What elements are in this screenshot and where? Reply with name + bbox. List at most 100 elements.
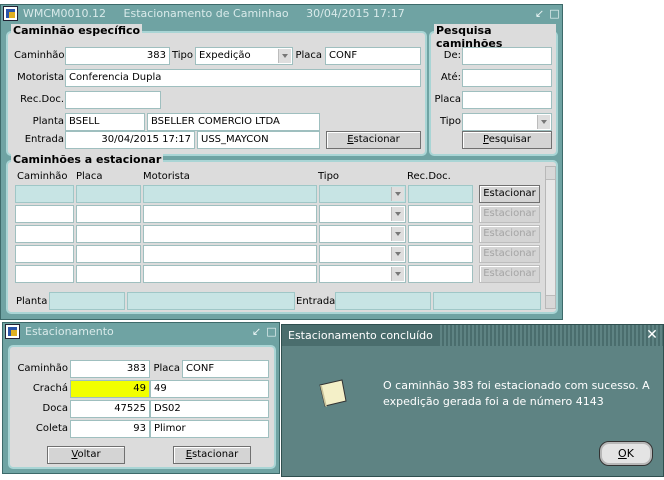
caminhao-field[interactable]: 383	[65, 47, 170, 65]
search-placa-field[interactable]	[462, 91, 552, 109]
table-row-tipo-cell[interactable]	[319, 265, 406, 283]
table-row-caminhao-cell[interactable]	[15, 225, 74, 243]
chevron-down-icon[interactable]	[391, 227, 404, 241]
table-row-recdoc-cell[interactable]	[408, 225, 473, 243]
table-row-motorista-cell[interactable]	[143, 225, 317, 243]
planta-code-field[interactable]: BSELL	[65, 113, 145, 131]
search-panel: Pesquisa caminhões De: Até: Placa Tipo P…	[429, 24, 558, 156]
search-tipo-select[interactable]	[462, 113, 552, 131]
maximize-icon[interactable]: □	[548, 7, 561, 20]
chevron-down-icon[interactable]	[391, 207, 404, 221]
estacionar-specific-button[interactable]: Estacionar	[326, 131, 421, 149]
motorista-field[interactable]: Conferencia Dupla	[65, 69, 421, 87]
table-row-placa-cell[interactable]	[76, 185, 141, 203]
row-estacionar-button[interactable]: Estacionar	[479, 265, 540, 283]
de-field[interactable]	[462, 47, 552, 65]
table-row-recdoc-cell[interactable]	[408, 205, 473, 223]
voltar-button[interactable]: Voltar	[47, 446, 125, 464]
row-estacionar-button[interactable]: Estacionar	[479, 185, 540, 203]
table-row-motorista-cell[interactable]	[143, 185, 317, 203]
chevron-down-icon[interactable]	[391, 267, 404, 281]
chevron-down-icon[interactable]	[391, 187, 404, 201]
estacionamento-title-bar[interactable]: Estacionamento ↙ □	[3, 323, 279, 341]
chevron-down-icon[interactable]	[278, 49, 291, 63]
table-row-motorista-cell[interactable]	[143, 245, 317, 263]
table-row-motorista-cell[interactable]	[143, 205, 317, 223]
table-row-caminhao-cell[interactable]	[15, 245, 74, 263]
scroll-down-icon[interactable]	[546, 295, 555, 308]
placa-field[interactable]: CONF	[325, 47, 421, 65]
row-estacionar-button[interactable]: Estacionar	[479, 225, 540, 243]
footer-entrada-date-field[interactable]	[335, 292, 431, 310]
entrada-date-field[interactable]: 30/04/2015 17:17	[65, 131, 195, 149]
chevron-down-icon[interactable]	[391, 247, 404, 261]
table-row-tipo-cell[interactable]	[319, 205, 406, 223]
estacionar-confirm-button[interactable]: Estacionar	[173, 446, 251, 464]
tipo-select[interactable]: Expedição	[195, 47, 293, 65]
footer-planta-name-field[interactable]	[127, 292, 295, 310]
coleta-label: Coleta	[35, 423, 68, 434]
maximize-icon[interactable]: □	[265, 325, 278, 338]
recdoc-field[interactable]	[65, 91, 161, 109]
ok-button[interactable]: OK	[599, 441, 653, 466]
row-estacionar-button[interactable]: Estacionar	[479, 205, 540, 223]
estacionamento-panel: Caminhão 383 Placa CONF Crachá 49 49 Doc…	[8, 345, 276, 469]
tipo-select-value: Expedição	[199, 50, 251, 61]
coleta-field[interactable]: 93	[70, 420, 150, 438]
table-row-recdoc-cell[interactable]	[408, 245, 473, 263]
dialog-title-bar[interactable]: Estacionamento concluído ✕	[282, 325, 663, 346]
dialog-title: Estacionamento concluído	[282, 325, 439, 346]
table-row-placa-cell[interactable]	[76, 245, 141, 263]
cracha-desc-field[interactable]: 49	[150, 380, 269, 398]
scroll-up-icon[interactable]	[546, 167, 555, 180]
list-scrollbar[interactable]	[545, 166, 556, 309]
main-window: WMCM0010.12 Estacionamento de Caminhao 3…	[0, 4, 563, 320]
table-row-caminhao-cell[interactable]	[15, 265, 74, 283]
entrada-label: Entrada	[24, 134, 64, 145]
table-row-placa-cell[interactable]	[76, 225, 141, 243]
table-row-recdoc-cell[interactable]	[408, 265, 473, 283]
park-list-panel-title: Caminhões a estacionar	[11, 153, 164, 166]
est-placa-field[interactable]: CONF	[182, 360, 269, 378]
table-row-recdoc-cell[interactable]	[408, 185, 473, 203]
est-placa-label: Placa	[153, 363, 180, 374]
doca-desc-field[interactable]: DS02	[150, 400, 269, 418]
footer-planta-label: Planta	[16, 296, 48, 307]
cracha-label: Crachá	[32, 383, 68, 394]
close-icon[interactable]: ✕	[644, 327, 660, 343]
tipo-label: Tipo	[171, 50, 193, 61]
main-title-bar[interactable]: WMCM0010.12 Estacionamento de Caminhao 3…	[1, 5, 562, 23]
de-label: De:	[443, 50, 461, 61]
planta-name-field[interactable]: BSELLER COMERCIO LTDA	[147, 113, 320, 131]
footer-planta-code-field[interactable]	[49, 292, 125, 310]
col-header-motorista: Motorista	[143, 171, 190, 182]
row-estacionar-button[interactable]: Estacionar	[479, 245, 540, 263]
coleta-desc-field[interactable]: Plimor	[150, 420, 269, 438]
table-row-placa-cell[interactable]	[76, 205, 141, 223]
chevron-down-icon[interactable]	[537, 115, 550, 129]
cracha-field[interactable]: 49	[70, 380, 150, 398]
footer-entrada-user-field[interactable]	[433, 292, 541, 310]
entrada-user-field[interactable]: USS_MAYCON	[197, 131, 320, 149]
search-tipo-label: Tipo	[439, 116, 461, 127]
table-row-caminhao-cell[interactable]	[15, 185, 74, 203]
table-row-tipo-cell[interactable]	[319, 245, 406, 263]
table-row-tipo-cell[interactable]	[319, 185, 406, 203]
ate-field[interactable]	[462, 69, 552, 87]
table-row-tipo-cell[interactable]	[319, 225, 406, 243]
specific-truck-panel: Caminhão específico Caminhão 383 Tipo Ex…	[6, 24, 427, 156]
recdoc-label: Rec.Doc.	[20, 94, 64, 105]
specific-truck-panel-title: Caminhão específico	[11, 24, 143, 37]
minimize-icon[interactable]: ↙	[250, 325, 263, 338]
est-caminhao-field[interactable]: 383	[70, 360, 150, 378]
doca-field[interactable]: 47525	[70, 400, 150, 418]
table-row-placa-cell[interactable]	[76, 265, 141, 283]
search-placa-label: Placa	[434, 94, 461, 105]
col-header-recdoc: Rec.Doc.	[407, 171, 451, 182]
table-row-caminhao-cell[interactable]	[15, 205, 74, 223]
table-row-motorista-cell[interactable]	[143, 265, 317, 283]
col-header-tipo: Tipo	[318, 171, 340, 182]
app-icon	[5, 324, 20, 339]
pesquisar-button[interactable]: Pesquisar	[462, 131, 552, 149]
minimize-icon[interactable]: ↙	[533, 7, 546, 20]
